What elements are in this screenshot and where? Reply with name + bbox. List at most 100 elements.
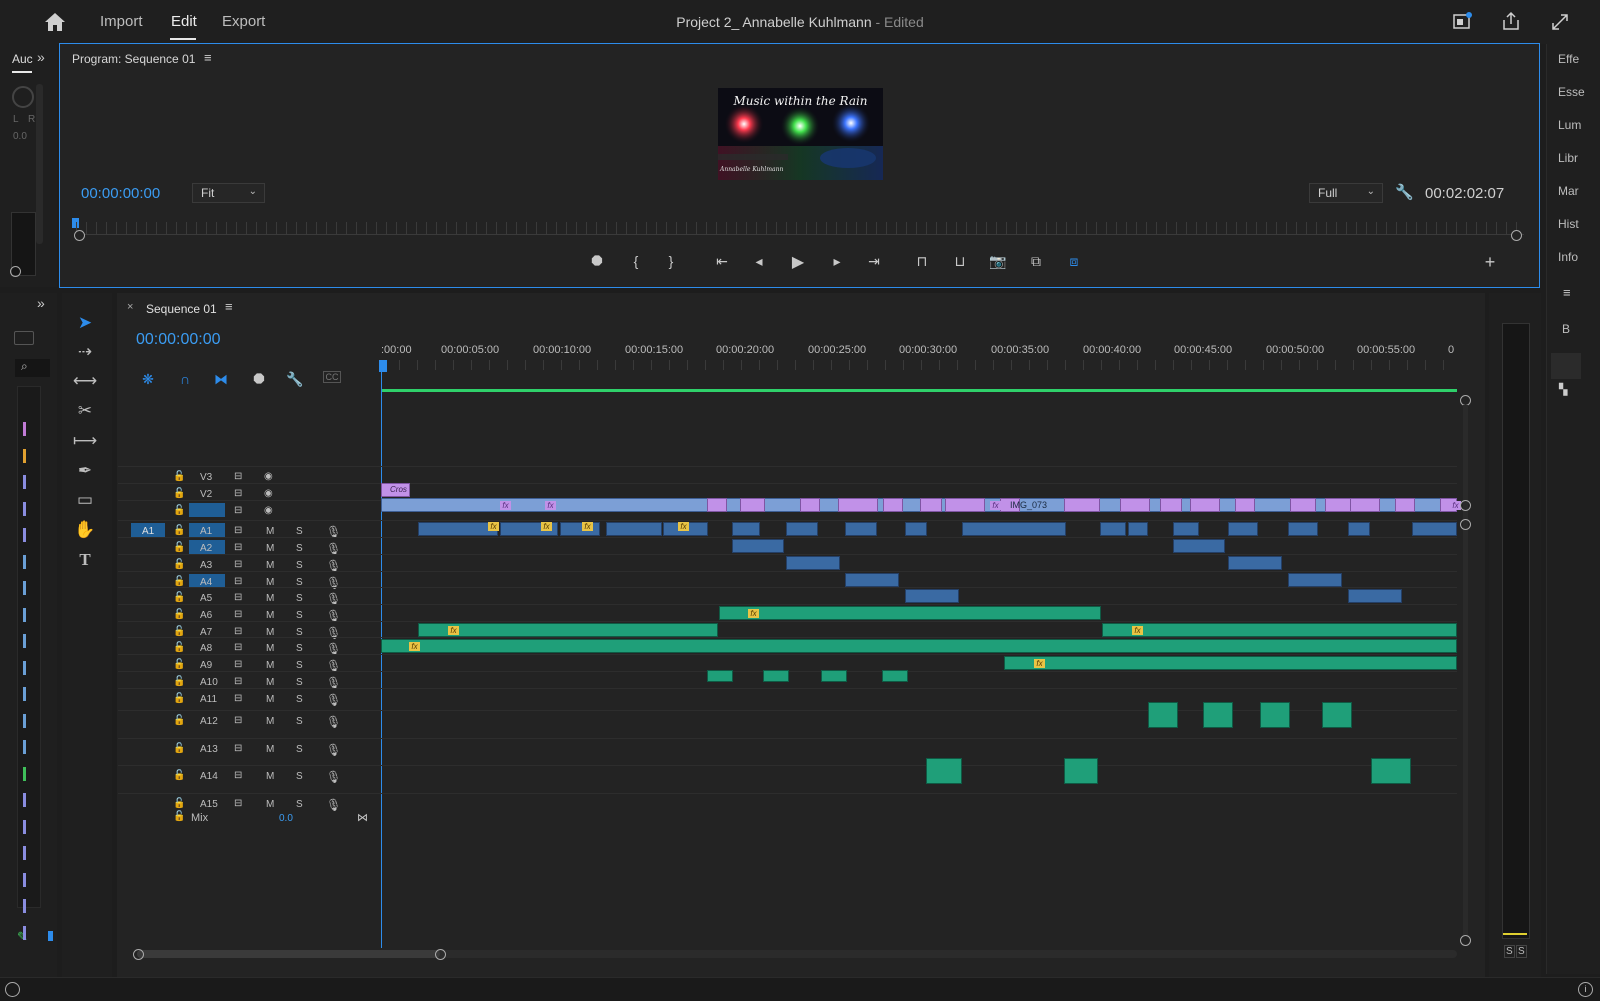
project-item-label[interactable] — [23, 793, 26, 807]
clip-v1-segment[interactable] — [1395, 498, 1415, 512]
clip-v1-segment[interactable] — [838, 498, 878, 512]
scroll-handle[interactable] — [10, 266, 21, 277]
audio-clip[interactable] — [1228, 522, 1258, 536]
music-clip[interactable] — [381, 639, 1457, 653]
toggle-sync-icon[interactable]: ⊟ — [234, 798, 242, 809]
toggle-sync-icon[interactable]: ⊟ — [234, 642, 242, 653]
selection-tool-icon[interactable]: ➤ — [72, 311, 98, 335]
share-icon[interactable] — [1501, 11, 1521, 31]
mute-button[interactable]: M — [266, 660, 274, 671]
solo-button[interactable]: S — [296, 771, 303, 782]
lock-icon[interactable]: 🔓 — [173, 715, 185, 726]
sfx-clip[interactable] — [1260, 702, 1290, 728]
clip-v1-segment[interactable] — [920, 498, 942, 512]
mute-button[interactable]: M — [266, 526, 274, 537]
audio-clip[interactable] — [905, 589, 959, 603]
sfx-clip[interactable] — [707, 670, 733, 682]
solo-button[interactable]: S — [296, 543, 303, 554]
audio-clip[interactable] — [1228, 556, 1282, 570]
wrench-icon[interactable]: 🔧 — [1395, 183, 1414, 201]
audio-clip[interactable] — [1173, 539, 1225, 553]
solo-button[interactable]: S — [296, 610, 303, 621]
fx-badge[interactable]: fx — [448, 626, 459, 635]
mix-value[interactable]: 0.0 — [279, 813, 293, 824]
solo-button[interactable]: S — [296, 677, 303, 688]
toggle-sync-icon[interactable]: ⊟ — [234, 488, 242, 499]
lock-icon[interactable]: 🔓 — [173, 798, 185, 809]
toggle-sync-icon[interactable]: ⊟ — [234, 626, 242, 637]
mute-button[interactable]: M — [266, 744, 274, 755]
lock-icon[interactable]: 🔓 — [173, 642, 185, 653]
audio-clip[interactable] — [606, 522, 662, 536]
toggle-sync-icon[interactable]: ⊟ — [234, 525, 242, 536]
close-tab-icon[interactable]: × — [127, 301, 133, 313]
lock-icon[interactable]: 🔓 — [173, 505, 185, 516]
fx-badge[interactable]: fx — [1132, 626, 1143, 635]
project-item-label[interactable] — [23, 581, 26, 595]
lock-icon[interactable]: 🔓 — [173, 559, 185, 570]
clip-v1-segment[interactable] — [1064, 498, 1100, 512]
playhead-head[interactable] — [379, 360, 387, 372]
microphone-icon[interactable]: 🎙 — [326, 798, 341, 812]
audio-clip[interactable] — [1173, 522, 1199, 536]
audio-clip[interactable] — [845, 573, 899, 587]
music-clip[interactable] — [719, 606, 1101, 620]
h-scroll-thumb[interactable] — [137, 950, 440, 958]
mix-go-icon[interactable]: ⋈ — [357, 811, 368, 824]
mark-out-icon[interactable]: } — [661, 253, 681, 269]
clip-v1-segment[interactable] — [1160, 498, 1182, 512]
tab-essential-sound[interactable]: Esse — [1558, 85, 1600, 99]
tab-markers[interactable]: Mar — [1558, 184, 1600, 198]
solo-button[interactable]: S — [296, 799, 303, 810]
project-item-label[interactable] — [23, 501, 26, 516]
solo-button[interactable]: S — [296, 560, 303, 571]
toggle-sync-icon[interactable]: ⊟ — [234, 659, 242, 670]
clip-v1-segment[interactable] — [1190, 498, 1220, 512]
project-item-label[interactable] — [23, 899, 26, 913]
audio-clip[interactable] — [1348, 522, 1370, 536]
scrubber-end-handle[interactable] — [1511, 230, 1522, 241]
clip-v1-segment[interactable] — [1290, 498, 1316, 512]
mix-lock-icon[interactable]: 🔓 — [173, 811, 185, 822]
lock-icon[interactable]: 🔓 — [173, 471, 185, 482]
project-item-label[interactable] — [23, 925, 26, 940]
project-item-label[interactable] — [23, 554, 26, 569]
toggle-sync-icon[interactable]: ⊟ — [234, 693, 242, 704]
audio-clip[interactable] — [845, 522, 877, 536]
project-item-label[interactable] — [23, 528, 26, 542]
eye-icon[interactable]: ◉ — [264, 471, 273, 482]
tab-b[interactable]: B — [1562, 322, 1600, 336]
mute-button[interactable]: M — [266, 643, 274, 654]
sfx-clip[interactable] — [926, 758, 962, 784]
clip-v1-segment[interactable] — [1120, 498, 1150, 512]
toggle-sync-icon[interactable]: ⊟ — [234, 559, 242, 570]
timeline-settings-icon[interactable]: 🔧 — [285, 371, 305, 388]
toggle-sync-icon[interactable]: ⊟ — [234, 676, 242, 687]
lock-icon[interactable]: 🔓 — [173, 542, 185, 553]
fx-badge[interactable]: fx — [541, 522, 552, 531]
sequence-menu-icon[interactable]: ≡ — [225, 299, 233, 314]
status-icon[interactable] — [5, 982, 20, 997]
step-forward-icon[interactable]: ▸ — [827, 253, 847, 270]
list-view-icon[interactable] — [48, 931, 53, 941]
sfx-clip[interactable] — [1064, 758, 1098, 784]
project-item-label[interactable] — [23, 687, 26, 701]
sfx-clip[interactable] — [763, 670, 789, 682]
go-to-out-icon[interactable]: ⇥ — [864, 253, 884, 270]
mute-button[interactable]: M — [266, 560, 274, 571]
fullscreen-icon[interactable] — [1550, 12, 1570, 32]
eye-icon[interactable]: ◉ — [264, 505, 273, 516]
project-item-label[interactable] — [23, 422, 26, 436]
lift-icon[interactable]: ⊓ — [912, 253, 932, 270]
v1-target[interactable] — [189, 503, 225, 517]
captions-icon[interactable]: CC — [323, 371, 341, 383]
new-item-icon[interactable]: ▚ — [1559, 383, 1567, 396]
project-item-label[interactable] — [23, 660, 26, 675]
track-select-tool-icon[interactable]: ⇢ — [72, 340, 98, 364]
mark-in-icon[interactable]: { — [626, 253, 646, 269]
audio-clip[interactable] — [418, 522, 498, 536]
menu-export[interactable]: Export — [222, 13, 265, 30]
lock-icon[interactable]: 🔓 — [173, 770, 185, 781]
step-back-icon[interactable]: ◂ — [749, 253, 769, 270]
tab-info[interactable]: Info — [1558, 250, 1600, 264]
